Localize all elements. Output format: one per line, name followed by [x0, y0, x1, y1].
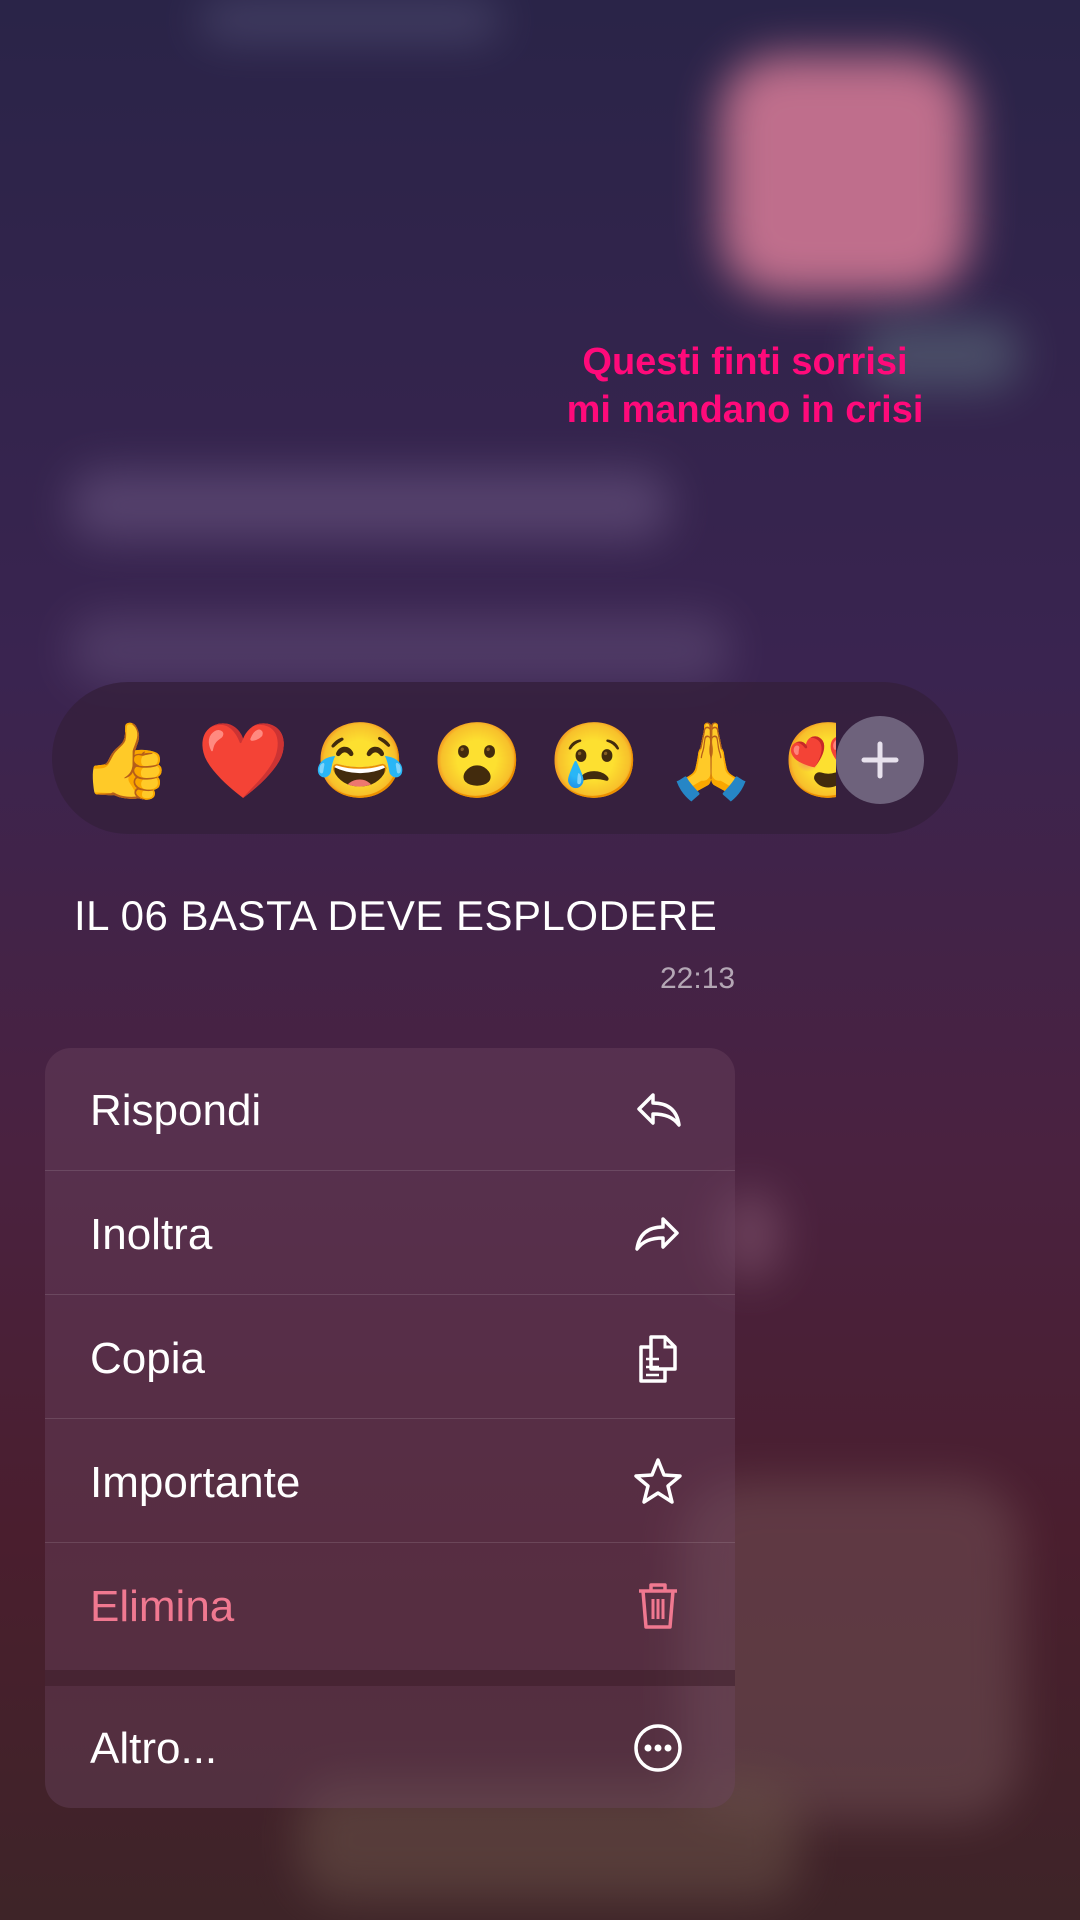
menu-item-important[interactable]: Importante	[45, 1420, 735, 1543]
menu-item-label: Copia	[90, 1334, 205, 1383]
reaction-sad[interactable]: 😢	[548, 718, 640, 804]
reaction-pray[interactable]: 🙏	[665, 718, 757, 804]
context-menu: Rispondi Inoltra Copia Importante Elimin…	[45, 1048, 735, 1808]
menu-item-label: Importante	[90, 1458, 301, 1507]
blurred-background	[200, 0, 500, 40]
copy-icon	[639, 1335, 677, 1383]
plus-icon	[861, 741, 899, 779]
menu-item-label: Rispondi	[90, 1086, 262, 1135]
menu-separator	[45, 1670, 735, 1686]
reaction-surprised[interactable]: 😮	[431, 718, 523, 804]
menu-item-label: Altro...	[90, 1724, 218, 1773]
reply-icon	[637, 1093, 681, 1127]
more-reactions-button[interactable]	[836, 716, 924, 804]
reaction-thumbs-up[interactable]: 👍	[80, 718, 172, 804]
message-time: 22:13	[660, 962, 736, 995]
reaction-heart-eyes[interactable]: 😍	[782, 718, 836, 804]
menu-item-more[interactable]: Altro...	[45, 1686, 735, 1808]
caption-line: mi mandano in crisi	[566, 389, 924, 431]
menu-item-label: Inoltra	[90, 1210, 213, 1259]
story-caption: Questi finti sorrisi mi mandano in crisi	[500, 338, 990, 434]
trash-icon	[639, 1583, 677, 1629]
caption-line: Questi finti sorrisi	[582, 341, 908, 383]
more-icon	[634, 1724, 682, 1772]
forward-icon	[635, 1217, 679, 1251]
menu-item-forward[interactable]: Inoltra	[45, 1172, 735, 1295]
blurred-message	[70, 615, 730, 685]
blurred-message	[70, 470, 670, 540]
menu-item-reply[interactable]: Rispondi	[45, 1048, 735, 1171]
menu-item-copy[interactable]: Copia	[45, 1296, 735, 1419]
message-text: IL 06 BASTA DEVE ESPLODERE	[74, 892, 718, 939]
menu-item-delete[interactable]: Elimina	[45, 1544, 735, 1666]
blurred-photo	[720, 55, 970, 295]
reaction-bar: 👍 ❤️ 😂 😮 😢 🙏 😍	[52, 682, 958, 834]
menu-item-label: Elimina	[90, 1582, 235, 1631]
reaction-heart[interactable]: ❤️	[197, 718, 289, 804]
reaction-laugh[interactable]: 😂	[314, 718, 406, 804]
star-icon	[634, 1458, 682, 1504]
